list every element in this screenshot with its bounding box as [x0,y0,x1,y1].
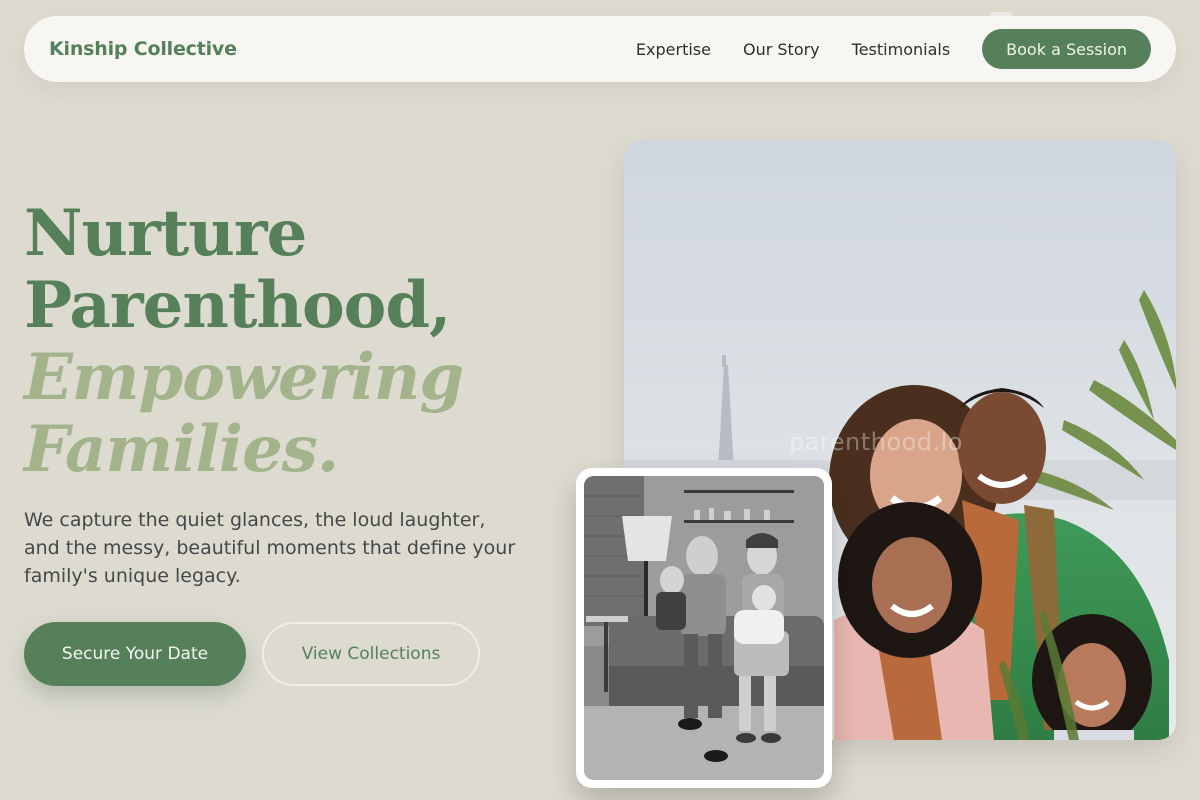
hero-title-line-3: Empowering [24,340,464,415]
hero-title-line-4: Families. [24,412,339,487]
hero-description: We capture the quiet glances, the loud l… [24,509,516,587]
view-collections-button[interactable]: View Collections [262,622,480,686]
hero-title-line-1: Nurture [24,196,307,271]
secure-date-button[interactable]: Secure Your Date [24,622,246,686]
page: Kinship Collective Expertise Our Story T… [0,0,1200,800]
nav-link-our-story[interactable]: Our Story [743,40,820,59]
brand-logo-text[interactable]: Kinship Collective [49,38,237,60]
photo-watermark: parenthood.lo [789,428,963,456]
vintage-photo-frame [584,476,824,780]
vintage-family-photo [576,468,832,788]
book-session-button[interactable]: Book a Session [982,29,1151,69]
nav-link-expertise[interactable]: Expertise [636,40,711,59]
nav-link-testimonials[interactable]: Testimonials [852,40,951,59]
hero-title-line-2: Parenthood, [24,268,451,343]
navbar: Kinship Collective Expertise Our Story T… [24,16,1176,82]
hero-title: Nurture Parenthood, Empowering Families. [24,198,584,486]
vintage-photo-illustration [584,476,824,780]
nav-links: Expertise Our Story Testimonials Book a … [636,29,1151,69]
